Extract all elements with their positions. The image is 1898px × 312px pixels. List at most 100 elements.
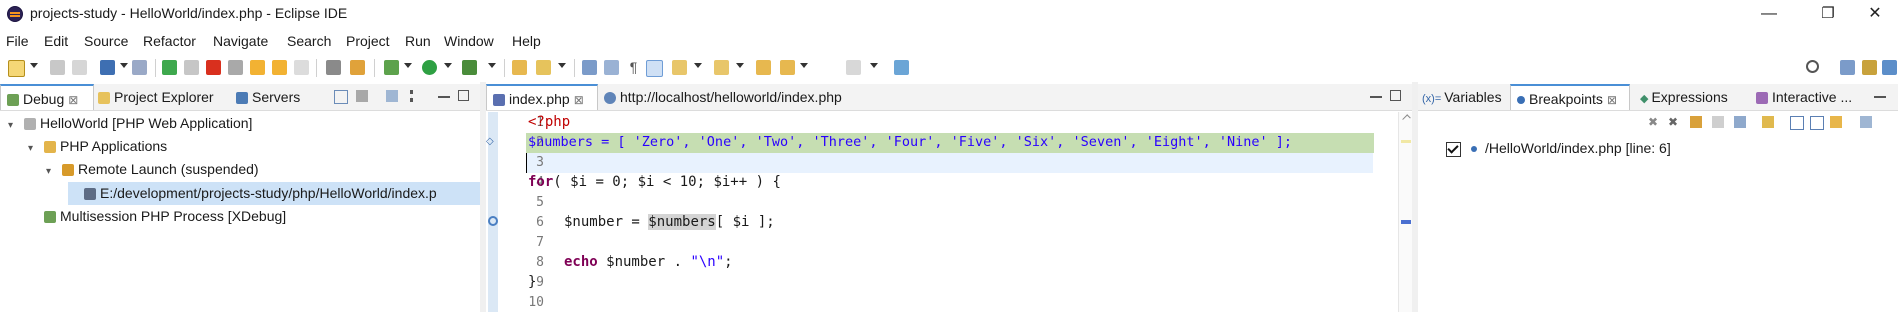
terminal-icon[interactable]: [100, 60, 115, 75]
remove-all-breakpoints-icon[interactable]: ✖: [1668, 116, 1680, 128]
minimize-view-icon[interactable]: [1874, 90, 1886, 98]
link-with-debug-view-icon[interactable]: [1830, 116, 1842, 128]
new-icon[interactable]: [8, 60, 25, 77]
disconnect-icon[interactable]: [228, 60, 243, 75]
skip-breakpoints-icon[interactable]: [132, 60, 147, 75]
collapse-all-icon[interactable]: [1810, 116, 1824, 130]
expand-all-icon[interactable]: [1790, 116, 1804, 130]
tab-servers[interactable]: Servers: [236, 84, 300, 110]
open-type-dropdown-icon[interactable]: [558, 63, 566, 68]
tree-item-remote-launch[interactable]: ▾ Remote Launch (suspended): [46, 158, 259, 181]
code-line-8[interactable]: echo $number . "\n";: [564, 254, 733, 270]
overview-ruler[interactable]: [1398, 112, 1413, 312]
menu-refactor[interactable]: Refactor: [143, 33, 196, 49]
toggle-breadcrumb-icon[interactable]: [582, 60, 597, 75]
menu-window[interactable]: Window: [444, 33, 494, 49]
minimize-button[interactable]: —: [1746, 0, 1792, 30]
maximize-editor-icon[interactable]: [1390, 90, 1401, 101]
remove-launches-icon[interactable]: [356, 90, 368, 102]
run-dropdown-icon[interactable]: [444, 63, 452, 68]
menu-project[interactable]: Project: [346, 33, 390, 49]
code-line-2[interactable]: $numbers = [ 'Zero', 'One', 'Two', 'Thre…: [528, 134, 1292, 150]
collapse-all-icon[interactable]: [334, 90, 348, 104]
tab-project-explorer[interactable]: Project Explorer: [98, 84, 214, 110]
mark-occurrences-icon[interactable]: [646, 60, 663, 77]
tab-breakpoints[interactable]: Breakpoints ⊠: [1510, 84, 1630, 110]
tab-index-php[interactable]: index.php ⊠: [486, 84, 598, 110]
last-edit-location-icon[interactable]: [756, 60, 771, 75]
debug-dropdown-icon[interactable]: [404, 63, 412, 68]
tree-item-stack-frame[interactable]: E:/development/projects-study/php/HelloW…: [68, 182, 482, 205]
close-icon[interactable]: ⊠: [68, 93, 78, 107]
maximize-view-icon[interactable]: [458, 90, 469, 101]
breakpoints-view-menu-icon[interactable]: [1860, 116, 1872, 128]
run-icon[interactable]: [422, 60, 437, 75]
tab-browser[interactable]: http://localhost/helloworld/index.php: [604, 84, 842, 110]
show-whitespace-icon[interactable]: ¶: [626, 60, 641, 75]
save-icon[interactable]: [50, 60, 65, 75]
menu-run[interactable]: Run: [405, 33, 431, 49]
use-step-filters-icon[interactable]: [350, 60, 365, 75]
next-annotation-icon[interactable]: [672, 60, 687, 75]
debug-icon[interactable]: [384, 60, 399, 75]
resume-icon[interactable]: [162, 60, 177, 75]
tab-variables[interactable]: (x)= Variables: [1422, 84, 1502, 110]
remove-breakpoint-icon[interactable]: ✖: [1648, 116, 1660, 128]
tab-interactive[interactable]: Interactive ...: [1756, 84, 1852, 110]
menu-navigate[interactable]: Navigate: [213, 33, 268, 49]
debug-view-menu-icon[interactable]: [386, 90, 398, 102]
menu-edit[interactable]: Edit: [44, 33, 68, 49]
tab-debug[interactable]: Debug ⊠: [0, 84, 94, 110]
minimize-editor-icon[interactable]: [1370, 90, 1382, 98]
php-perspective-icon[interactable]: [1862, 60, 1877, 75]
breakpoint-icon[interactable]: [488, 216, 498, 226]
next-annotation-dropdown-icon[interactable]: [694, 63, 702, 68]
chevron-down-icon[interactable]: ▾: [46, 160, 56, 177]
right-splitter[interactable]: [1412, 82, 1418, 312]
view-menu-icon[interactable]: [410, 90, 415, 102]
toggle-block-selection-icon[interactable]: [604, 60, 619, 75]
code-line-1[interactable]: <?php: [528, 114, 570, 130]
code-line-9[interactable]: }: [528, 274, 536, 290]
previous-annotation-dropdown-icon[interactable]: [736, 63, 744, 68]
search-icon[interactable]: [1806, 60, 1819, 73]
breakpoint-current-icon[interactable]: ◇: [486, 136, 498, 148]
chevron-down-icon[interactable]: ▾: [8, 114, 18, 131]
overview-marker[interactable]: [1401, 140, 1411, 143]
overview-marker[interactable]: [1401, 220, 1411, 224]
tree-item-multisession[interactable]: Multisession PHP Process [XDebug]: [28, 205, 286, 228]
step-over-icon[interactable]: [272, 60, 287, 75]
previous-annotation-icon[interactable]: [714, 60, 729, 75]
menu-search[interactable]: Search: [287, 33, 331, 49]
close-button[interactable]: ✕: [1852, 0, 1898, 30]
forward-icon[interactable]: [846, 60, 861, 75]
open-type-icon[interactable]: [536, 60, 551, 75]
step-into-icon[interactable]: [250, 60, 265, 75]
open-folder-icon[interactable]: [512, 60, 527, 75]
run-external-icon[interactable]: [462, 60, 477, 75]
minimize-view-icon[interactable]: [438, 90, 450, 98]
show-breakpoints-supported-icon[interactable]: [1690, 116, 1702, 128]
chevron-down-icon[interactable]: ▾: [28, 137, 38, 154]
save-all-icon[interactable]: [72, 60, 87, 75]
menu-help[interactable]: Help: [512, 33, 541, 49]
back-dropdown-icon[interactable]: [800, 63, 808, 68]
breakpoint-enabled-checkbox[interactable]: [1446, 141, 1461, 157]
close-icon[interactable]: ⊠: [574, 93, 584, 107]
menu-source[interactable]: Source: [84, 33, 128, 49]
drop-to-frame-icon[interactable]: [326, 60, 341, 75]
maximize-button[interactable]: ❐: [1805, 0, 1851, 30]
menu-file[interactable]: File: [6, 33, 29, 49]
go-to-file-icon[interactable]: [1712, 116, 1724, 128]
tree-item-helloworld[interactable]: ▾ HelloWorld [PHP Web Application]: [8, 112, 252, 135]
terminal-dropdown-icon[interactable]: [120, 63, 128, 68]
tab-expressions[interactable]: ◆ Expressions: [1640, 84, 1728, 110]
new-dropdown-icon[interactable]: [30, 63, 38, 68]
debug-perspective-icon[interactable]: [1882, 60, 1897, 75]
code-line-6[interactable]: $number = $numbers[ $i ];: [564, 214, 775, 230]
close-icon[interactable]: ⊠: [1607, 93, 1617, 107]
code-line-4[interactable]: for( $i = 0; $i < 10; $i++ ) {: [528, 174, 781, 190]
run-external-dropdown-icon[interactable]: [488, 63, 496, 68]
tree-item-php-applications[interactable]: ▾ PHP Applications: [28, 135, 167, 158]
suspend-icon[interactable]: [184, 60, 199, 75]
